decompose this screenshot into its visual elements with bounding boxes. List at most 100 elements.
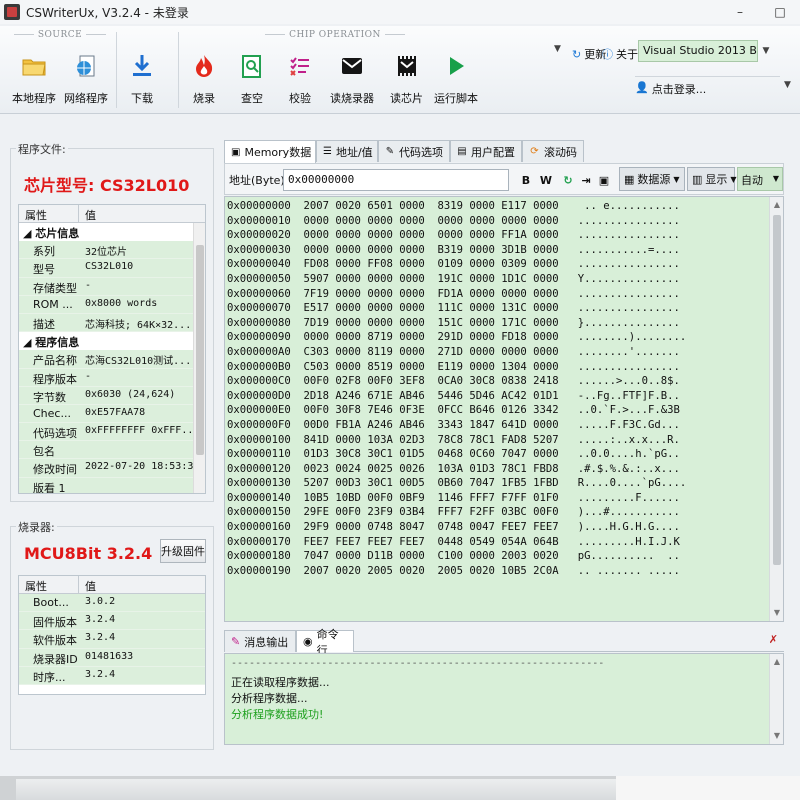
scroll-up-icon[interactable]: ▲ <box>772 200 782 210</box>
hex-row[interactable]: 0x00000110 01D3 30C8 30C1 01D5 0468 0C60… <box>227 447 686 462</box>
property-row[interactable]: 产品名称 芯海CS32L010测试... <box>19 350 205 369</box>
tab-code-options[interactable]: ✎ 代码选项 <box>378 140 450 162</box>
hex-row[interactable]: 0x00000180 7047 0000 D11B 0000 C100 0000… <box>227 549 686 564</box>
maximize-button[interactable]: □ <box>760 0 800 24</box>
tab-message-output[interactable]: ✎ 消息输出 <box>224 630 296 652</box>
hex-row[interactable]: 0x00000040 FD08 0000 FF08 0000 0109 0000… <box>227 257 686 272</box>
hex-row[interactable]: 0x00000010 0000 0000 0000 0000 0000 0000… <box>227 214 686 229</box>
property-row[interactable]: Chec... 0xE57FAA78 <box>19 404 205 424</box>
address-input[interactable]: 0x00000000 <box>283 169 509 191</box>
hex-row[interactable]: 0x00000020 0000 0000 0000 0000 0000 0000… <box>227 228 686 243</box>
download-button[interactable]: 下载 <box>126 46 158 110</box>
scroll-thumb[interactable] <box>196 245 204 455</box>
login-link[interactable]: 👤 点击登录... <box>635 76 780 98</box>
property-row[interactable]: 修改时间 2022-07-20 18:53:35 <box>19 459 205 478</box>
property-row[interactable]: 烧录器ID 01481633 <box>19 648 205 667</box>
about-link[interactable]: ⓘ 关于 <box>602 46 638 62</box>
scroll-thumb[interactable] <box>773 215 781 565</box>
output-scrollbar[interactable]: ▲ ▼ <box>769 654 783 744</box>
hex-row[interactable]: 0x00000190 2007 0020 2005 0020 2005 0020… <box>227 564 686 579</box>
verify-button[interactable]: 校验 <box>284 46 316 110</box>
read-chip-button[interactable]: 读芯片 <box>390 46 423 110</box>
hex-row[interactable]: 0x00000100 841D 0000 103A 02D3 78C8 78C1… <box>227 433 686 448</box>
save-icon[interactable]: ▣ <box>595 170 613 190</box>
scroll-down-icon[interactable]: ▼ <box>772 731 782 741</box>
chevron-down-icon[interactable]: ▼ <box>758 40 774 62</box>
property-row[interactable]: 包名 <box>19 441 205 460</box>
property-row[interactable]: 存储类型 - <box>19 277 205 296</box>
property-row[interactable]: 软件版本 3.2.4 <box>19 630 205 649</box>
hex-row[interactable]: 0x00000050 5907 0000 0000 0000 191C 0000… <box>227 272 686 287</box>
hex-row[interactable]: 0x000000B0 C503 0000 8519 0000 E119 0000… <box>227 360 686 375</box>
datasource-dropdown[interactable]: ▦ 数据源 ▼ <box>619 167 685 191</box>
hex-row[interactable]: 0x00000160 29F9 0000 0748 8047 0748 0047… <box>227 520 686 535</box>
prop-value <box>79 441 205 460</box>
property-row[interactable]: 固件版本 3.2.4 <box>19 612 205 631</box>
hex-row[interactable]: 0x00000000 2007 0020 6501 0000 8319 0000… <box>227 199 686 214</box>
tab-user-config[interactable]: ▤ 用户配置 <box>450 140 522 162</box>
category-chip-info[interactable]: ◢ 芯片信息 <box>19 223 205 242</box>
title-bar: CSWriterUx, V3.2.4 - 未登录 – □ <box>0 0 800 24</box>
hex-row[interactable]: 0x00000060 7F19 0000 0000 0000 FD1A 0000… <box>227 287 686 302</box>
property-row[interactable]: 描述 芯海科技; 64K×32... <box>19 313 205 333</box>
tab-label: 滚动码 <box>544 145 577 159</box>
network-program-button[interactable]: 网络程序 <box>64 46 108 110</box>
address-toolbar: 地址(Byte) 0x00000000 B W ↻ ⇥ ▣ ▦ 数据源 ▼ ▥ 显示 ▼… <box>224 163 784 195</box>
output-console[interactable]: ----------------------------------------… <box>224 653 784 745</box>
chip-model-title: 芯片型号: CS32L010 <box>24 176 190 195</box>
hex-row[interactable]: 0x00000150 29FE 00F0 23F9 03B4 FFF7 F2FF… <box>227 505 686 520</box>
hex-row[interactable]: 0x00000120 0023 0024 0025 0026 103A 01D3… <box>227 462 686 477</box>
local-program-button[interactable]: 本地程序 <box>12 46 56 110</box>
hex-row[interactable]: 0x000000F0 00D0 FB1A A246 AB46 3343 1847… <box>227 418 686 433</box>
property-row[interactable]: Boot... 3.0.2 <box>19 594 205 613</box>
category-program-info[interactable]: ◢ 程序信息 <box>19 332 205 351</box>
play-icon <box>440 50 472 82</box>
property-row[interactable]: 版看 1 <box>19 477 205 493</box>
export-icon[interactable]: ⇥ <box>577 170 595 190</box>
collapse-arrow-icon[interactable]: ▼ <box>554 44 564 56</box>
property-row[interactable]: 系列 32位芯片 <box>19 241 205 260</box>
auto-select[interactable]: 自动 ▼ <box>737 167 783 191</box>
grid-scrollbar[interactable] <box>193 223 205 493</box>
tab-rolling-code[interactable]: ⟳ 滚动码 <box>522 140 584 162</box>
auto-label: 自动 <box>741 174 763 187</box>
property-row[interactable]: 程序版本 - <box>19 368 205 387</box>
read-programmer-button[interactable]: 读烧录器 <box>330 46 374 110</box>
display-dropdown[interactable]: ▥ 显示 ▼ <box>687 167 737 191</box>
blank-check-button[interactable]: 查空 <box>236 46 268 110</box>
run-script-button[interactable]: 运行脚本 <box>434 46 478 110</box>
hex-row[interactable]: 0x00000130 5207 00D3 30C1 00D5 0B60 7047… <box>227 476 686 491</box>
property-row[interactable]: 型号 CS32L010 <box>19 259 205 278</box>
tab-command-line[interactable]: ◉ 命令行 <box>296 628 354 657</box>
hex-row[interactable]: 0x000000A0 C303 0000 8119 0000 271D 0000… <box>227 345 686 360</box>
upgrade-firmware-button[interactable]: 升级固件 <box>160 539 206 563</box>
burn-button[interactable]: 烧录 <box>188 46 220 110</box>
byte-mode-button[interactable]: B <box>517 170 535 190</box>
scroll-down-icon[interactable]: ▼ <box>772 608 782 618</box>
hex-row[interactable]: 0x00000090 0000 0000 8719 0000 291D 0000… <box>227 330 686 345</box>
property-row[interactable]: 时序... 3.2.4 <box>19 666 205 685</box>
hex-row[interactable]: 0x000000D0 2D18 A246 671E AB46 5446 5D46… <box>227 389 686 404</box>
theme-select[interactable]: Visual Studio 2013 Blue <box>638 40 758 62</box>
hex-row[interactable]: 0x00000140 10B5 10BD 00F0 0BF9 1146 FFF7… <box>227 491 686 506</box>
hex-row[interactable]: 0x00000080 7D19 0000 0000 0000 151C 0000… <box>227 316 686 331</box>
clear-output-icon[interactable]: ✗ <box>769 633 778 646</box>
hex-row[interactable]: 0x00000030 0000 0000 0000 0000 B319 0000… <box>227 243 686 258</box>
word-mode-button[interactable]: W <box>537 170 555 190</box>
property-row[interactable]: 字节数 0x6030 (24,624) <box>19 386 205 405</box>
hex-row[interactable]: 0x00000070 E517 0000 0000 0000 111C 0000… <box>227 301 686 316</box>
tab-address-value[interactable]: ☰ 地址/值 <box>316 140 378 162</box>
network-program-label: 网络程序 <box>64 92 108 105</box>
hex-row[interactable]: 0x000000E0 00F0 30F8 7E46 0F3E 0FCC B646… <box>227 403 686 418</box>
chevron-down-icon[interactable]: ▼ <box>784 80 791 90</box>
property-row[interactable]: 代码选项 0xFFFFFFFF 0xFFF... <box>19 423 205 442</box>
minimize-button[interactable]: – <box>720 0 760 24</box>
hex-row[interactable]: 0x00000170 FEE7 FEE7 FEE7 FEE7 0448 0549… <box>227 535 686 550</box>
hex-row[interactable]: 0x000000C0 00F0 02F8 00F0 3EF8 0CA0 30C8… <box>227 374 686 389</box>
property-row[interactable]: ROM ... 0x8000 words <box>19 295 205 314</box>
refresh-icon[interactable]: ↻ <box>559 170 577 190</box>
tab-memory-data[interactable]: ▣ Memory数据 <box>224 140 316 163</box>
hex-scrollbar[interactable]: ▲ ▼ <box>769 197 783 621</box>
hex-view[interactable]: 0x00000000 2007 0020 6501 0000 8319 0000… <box>224 196 784 622</box>
scroll-up-icon[interactable]: ▲ <box>772 657 782 667</box>
